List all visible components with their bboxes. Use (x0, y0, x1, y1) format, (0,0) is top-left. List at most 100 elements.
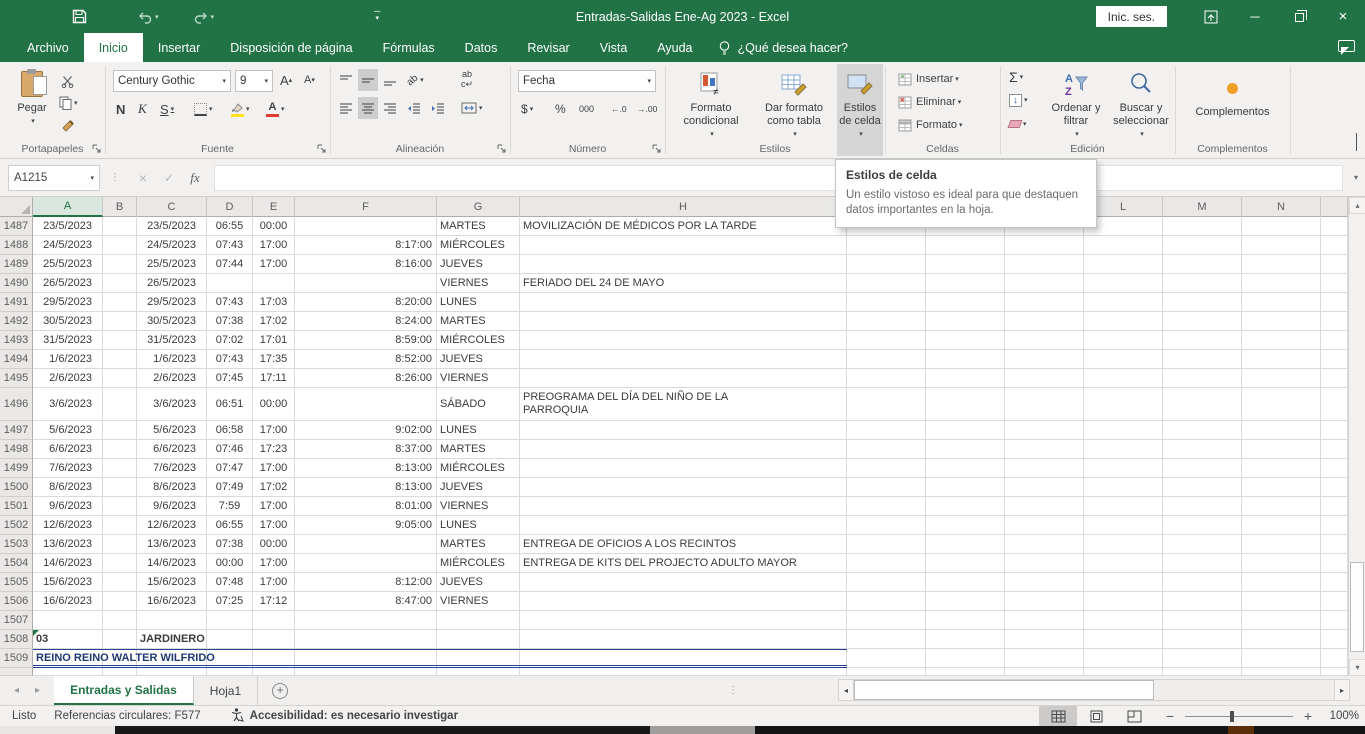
grid-cell[interactable] (926, 668, 1005, 676)
grid-cell[interactable] (926, 649, 1005, 668)
grid-cell[interactable]: 7/6/2023 (137, 459, 207, 478)
scroll-down-icon[interactable]: ▾ (1349, 659, 1365, 676)
grid-cell[interactable]: 8:59:00 (295, 331, 437, 350)
tab-vista[interactable]: Vista (585, 33, 643, 62)
grid-cell[interactable]: 6/6/2023 (33, 440, 103, 459)
grid-cell[interactable] (926, 312, 1005, 331)
copy-button[interactable]: ▾ (56, 92, 81, 114)
grid-cell[interactable] (253, 611, 295, 630)
grid-cell[interactable]: 00:00 (253, 217, 295, 236)
save-button[interactable] (66, 5, 93, 29)
grid-cell[interactable] (253, 630, 295, 649)
grid-cell[interactable]: 8:24:00 (295, 312, 437, 331)
font-name-select[interactable]: Century Gothic▾ (113, 70, 231, 92)
grid-cell[interactable] (1005, 312, 1084, 331)
grid-cell[interactable] (103, 369, 137, 388)
close-button[interactable]: × (1321, 0, 1365, 33)
name-box[interactable]: A1215 ▾ (8, 165, 100, 191)
accessibility-status[interactable]: Accesibilidad: es necesario investigar (250, 710, 458, 722)
zoom-slider[interactable] (1185, 716, 1293, 717)
grid-cell[interactable] (1005, 649, 1084, 668)
grid-cell[interactable] (1084, 478, 1163, 497)
grid-cell[interactable]: JARDINERO (137, 630, 207, 649)
grid-cell[interactable] (1084, 350, 1163, 369)
grid-cell[interactable] (1005, 274, 1084, 293)
tell-me-tab[interactable]: ¿Qué desea hacer? (708, 33, 859, 62)
copy-dropdown-icon[interactable]: ▾ (74, 99, 78, 107)
grid-cell[interactable] (1242, 516, 1321, 535)
grid-cell[interactable] (520, 350, 847, 369)
grid-cell[interactable] (1163, 255, 1242, 274)
grid-cell[interactable] (295, 535, 437, 554)
grid-cell[interactable]: 8:13:00 (295, 478, 437, 497)
format-cells-button[interactable]: Formato▾ (895, 114, 995, 136)
grid-cell[interactable] (137, 649, 207, 668)
row-header-1504[interactable]: 1504 (0, 554, 33, 573)
grid-cell[interactable] (1321, 312, 1348, 331)
grid-cell[interactable] (1321, 478, 1348, 497)
format-cells-dropdown-icon[interactable]: ▾ (959, 121, 963, 129)
grid-cell[interactable] (847, 312, 926, 331)
grid-cell[interactable] (847, 554, 926, 573)
paste-dropdown-icon[interactable]: ▾ (31, 115, 35, 128)
comma-style-button[interactable]: 000 (576, 98, 597, 120)
grid-cell[interactable]: MARTES (437, 440, 520, 459)
wrap-text-button[interactable]: abc↵ (458, 68, 476, 90)
grid-cell[interactable] (103, 421, 137, 440)
grid-cell[interactable] (520, 516, 847, 535)
grid-cell[interactable] (437, 668, 520, 676)
row-header-1497[interactable]: 1497 (0, 421, 33, 440)
grid-cell[interactable] (1005, 592, 1084, 611)
grid-cell[interactable] (926, 274, 1005, 293)
grid-cell[interactable]: JUEVES (437, 573, 520, 592)
grid-cell[interactable] (926, 497, 1005, 516)
grid-cell[interactable] (1321, 459, 1348, 478)
grid-cell[interactable] (1163, 573, 1242, 592)
addins-button[interactable]: Complementos (1185, 72, 1280, 119)
grid-cell[interactable]: 07:38 (207, 535, 253, 554)
minimize-button[interactable]: ─ (1233, 0, 1277, 33)
tab-insertar[interactable]: Insertar (143, 33, 215, 62)
grid-cell[interactable] (520, 611, 847, 630)
grid-cell[interactable] (1321, 388, 1348, 421)
grid-cell[interactable] (847, 592, 926, 611)
grid-cell[interactable]: 17:00 (253, 459, 295, 478)
grid-cell[interactable] (1084, 535, 1163, 554)
paste-button[interactable]: Pegar ▾ (8, 68, 56, 128)
delete-cells-button[interactable]: Eliminar▾ (895, 91, 995, 113)
row-header-1488[interactable]: 1488 (0, 236, 33, 255)
grid-cell[interactable]: MIÉRCOLES (437, 236, 520, 255)
grid-cell[interactable] (33, 668, 103, 676)
grid-cell[interactable] (1005, 350, 1084, 369)
increase-indent-button[interactable] (428, 97, 448, 119)
percent-button[interactable]: % (552, 98, 569, 120)
grid-cell[interactable] (1084, 421, 1163, 440)
grid-cell[interactable]: 29/5/2023 (33, 293, 103, 312)
grid-cell[interactable] (1321, 554, 1348, 573)
grid-cell[interactable]: 12/6/2023 (137, 516, 207, 535)
grid-cell[interactable] (1163, 217, 1242, 236)
vertical-scroll-thumb[interactable] (1350, 562, 1364, 652)
row-header-1492[interactable]: 1492 (0, 312, 33, 331)
grid-cell[interactable]: 2/6/2023 (33, 369, 103, 388)
grid-cell[interactable]: VIERNES (437, 592, 520, 611)
grid-cell[interactable] (1084, 668, 1163, 676)
decrease-indent-button[interactable] (404, 97, 424, 119)
fill-button[interactable]: ↓▾ (1006, 89, 1031, 111)
grid-cell[interactable]: 00:00 (207, 554, 253, 573)
grid-cell[interactable]: 23/5/2023 (33, 217, 103, 236)
grid-cell[interactable] (1242, 478, 1321, 497)
grid-cell[interactable] (926, 331, 1005, 350)
grid-cell[interactable] (1242, 535, 1321, 554)
column-header-A[interactable]: A (33, 197, 103, 217)
grid-cell[interactable]: 17:23 (253, 440, 295, 459)
row-header-1499[interactable]: 1499 (0, 459, 33, 478)
grid-cell[interactable]: 8:47:00 (295, 592, 437, 611)
grid-cell[interactable] (1321, 630, 1348, 649)
grid-cell[interactable]: 5/6/2023 (33, 421, 103, 440)
shrink-font-button[interactable]: A▾ (301, 69, 318, 91)
grid-cell[interactable] (103, 535, 137, 554)
grid-cell[interactable] (1084, 630, 1163, 649)
grid-cell[interactable] (926, 369, 1005, 388)
grid-cell[interactable] (520, 331, 847, 350)
